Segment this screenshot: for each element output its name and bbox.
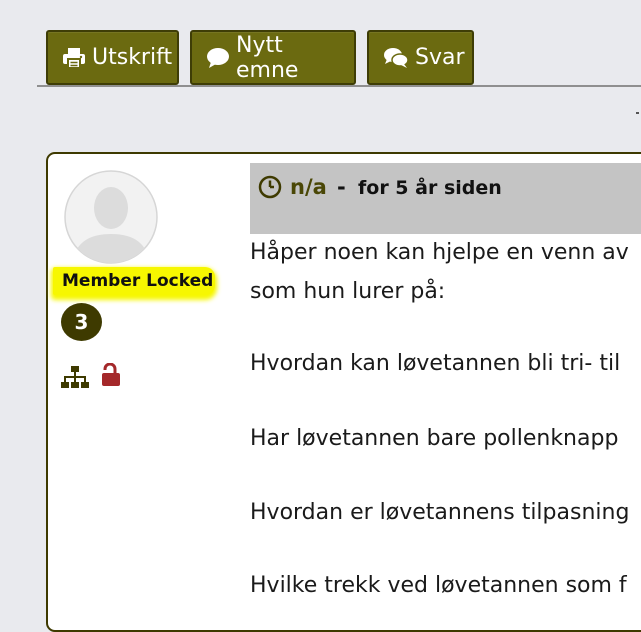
post-body-line: Hvordan kan løvetannen bli tri- til: [250, 351, 621, 376]
new-topic-button-label: Nytt emne: [236, 32, 299, 83]
post-body-line: Hvordan er løvetannens tilpasning: [250, 500, 630, 525]
comment-icon: [206, 47, 230, 69]
reply-button-label: Svar: [415, 45, 465, 70]
avatar-placeholder: [64, 170, 158, 264]
print-button-label: Utskrift: [92, 45, 173, 70]
post-body-line: Hvilke trekk ved løvetannen som f: [250, 573, 627, 598]
unlock-icon[interactable]: [101, 362, 121, 391]
post-count-badge: 3: [61, 303, 102, 341]
print-icon: [62, 47, 86, 69]
new-topic-button[interactable]: Nytt emne: [190, 30, 356, 85]
toolbar-divider: [37, 85, 641, 87]
post-separator: -: [337, 175, 346, 199]
print-button[interactable]: Utskrift: [46, 30, 179, 85]
post-body-line: Har løvetannen bare pollenknapp: [250, 426, 619, 451]
member-status: Member Locked: [53, 267, 215, 295]
clock-icon: [258, 175, 282, 203]
post-time: for 5 år siden: [358, 177, 502, 199]
post-author-link[interactable]: n/a: [290, 175, 327, 199]
comments-icon: [383, 47, 409, 69]
reply-button[interactable]: Svar: [367, 30, 474, 85]
sitemap-icon[interactable]: [61, 365, 89, 393]
topic-toolbar: Utskrift Nytt emne Svar: [46, 30, 474, 85]
post-body-line: som hun lurer på:: [250, 279, 446, 304]
post-body-line: Håper noen kan hjelpe en venn av: [250, 240, 629, 265]
divider-mark: [636, 112, 639, 114]
